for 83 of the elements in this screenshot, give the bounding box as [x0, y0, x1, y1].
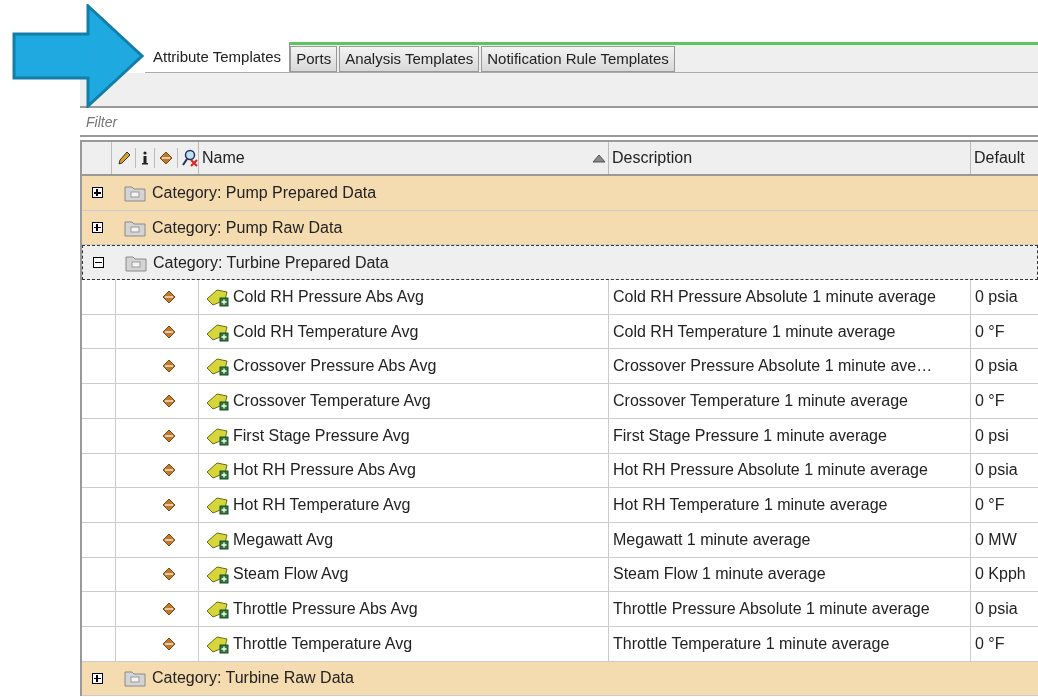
- tag-icon: [205, 495, 231, 516]
- description-cell-text: Hot RH Pressure Absolute 1 minute average: [613, 460, 928, 481]
- diamond-icon: [162, 393, 176, 408]
- category-label: Category: Pump Prepared Data: [152, 182, 377, 203]
- diamond-icon: [162, 324, 176, 339]
- tag-icon: [205, 460, 231, 481]
- attribute-name: Cold RH Pressure Abs Avg: [233, 286, 424, 307]
- attribute-name: Megawatt Avg: [233, 529, 334, 550]
- tab[interactable]: Analysis Templates: [339, 46, 480, 72]
- diamond-icon: [162, 463, 176, 478]
- diamond-icon: [162, 532, 176, 547]
- tag-icon: [205, 286, 231, 307]
- attribute-name: Throttle Pressure Abs Avg: [233, 599, 418, 620]
- tag-icon: [205, 633, 231, 654]
- folder-icon: [124, 669, 146, 688]
- diamond-icon: [162, 636, 176, 651]
- category-row[interactable]: Category: Turbine Raw Data: [82, 661, 1038, 697]
- default-value-cell-text: 0 psia: [975, 356, 1018, 377]
- category-label: Category: Pump Raw Data: [152, 217, 343, 238]
- attribute-name: Crossover Temperature Avg: [233, 390, 431, 411]
- category-label: Category: Turbine Prepared Data: [153, 252, 389, 273]
- description-cell-text: Hot RH Temperature 1 minute average: [613, 495, 888, 516]
- tab[interactable]: Ports: [290, 46, 338, 72]
- diamond-icon: [162, 602, 176, 617]
- search-icon[interactable]: [182, 149, 198, 167]
- category-row[interactable]: Category: Turbine Prepared Data: [82, 245, 1038, 281]
- default-value-cell-text: 0 psi: [975, 425, 1009, 446]
- description-cell-text: Throttle Pressure Absolute 1 minute average: [613, 599, 930, 620]
- column-header[interactable]: Description: [612, 146, 970, 170]
- tag-icon: [205, 321, 231, 342]
- default-value-cell-text: 0 °F: [975, 321, 1005, 342]
- tab[interactable]: Notification Rule Templates: [481, 46, 675, 72]
- default-value-cell-text: 0 °F: [975, 390, 1005, 411]
- pencil-icon[interactable]: [117, 150, 131, 166]
- attribute-name: Cold RH Temperature Avg: [233, 321, 419, 342]
- category-label: Category: Turbine Raw Data: [152, 668, 354, 689]
- column-header[interactable]: Default: [974, 146, 1038, 170]
- category-row[interactable]: Category: Pump Raw Data: [82, 210, 1038, 246]
- default-value-cell-text: 0 psia: [975, 460, 1018, 481]
- collapse-icon[interactable]: [92, 257, 104, 269]
- tab[interactable]: Attribute Templates: [145, 42, 291, 72]
- description-cell-text: Cold RH Temperature 1 minute average: [613, 321, 896, 342]
- description-cell-text: Megawatt 1 minute average: [613, 529, 811, 550]
- description-cell-text: First Stage Pressure 1 minute average: [613, 425, 887, 446]
- tag-icon: [205, 390, 231, 411]
- expand-icon[interactable]: [91, 222, 103, 234]
- attribute-name: Hot RH Pressure Abs Avg: [233, 460, 416, 481]
- tag-icon: [205, 529, 231, 550]
- info-icon[interactable]: [140, 150, 150, 166]
- description-cell-text: Throttle Temperature 1 minute average: [613, 633, 890, 654]
- description-cell-text: Crossover Temperature 1 minute average: [613, 390, 908, 411]
- attribute-name: Steam Flow Avg: [233, 564, 349, 585]
- attribute-name: Throttle Temperature Avg: [233, 633, 413, 654]
- description-cell-text: Crossover Pressure Absolute 1 minute ave…: [613, 356, 933, 377]
- description-cell-text: Steam Flow 1 minute average: [613, 564, 826, 585]
- default-value-cell-text: 0 °F: [975, 495, 1005, 516]
- tag-icon: [205, 356, 231, 377]
- diamond-icon: [162, 289, 176, 304]
- folder-icon: [124, 218, 146, 237]
- arrow-icon: [12, 4, 144, 108]
- folder-icon: [125, 253, 147, 272]
- attribute-name: Hot RH Temperature Avg: [233, 495, 411, 516]
- folder-icon: [124, 183, 146, 202]
- default-value-cell-text: 0 psia: [975, 599, 1018, 620]
- expand-icon[interactable]: [91, 672, 103, 684]
- default-value-cell-text: 0 psia: [975, 286, 1018, 307]
- expand-icon[interactable]: [91, 187, 103, 199]
- category-row[interactable]: Category: Pump Prepared Data: [82, 176, 1038, 211]
- attribute-name: First Stage Pressure Avg: [233, 425, 410, 446]
- column-header[interactable]: Name: [202, 146, 592, 170]
- description-cell-text: Cold RH Pressure Absolute 1 minute average: [613, 286, 936, 307]
- diamond-icon: [162, 428, 176, 443]
- tag-icon: [205, 425, 231, 446]
- diamond-icon: [159, 151, 173, 165]
- tag-icon: [205, 599, 231, 620]
- tag-icon: [205, 564, 231, 585]
- default-value-cell-text: 0 Kpph: [975, 564, 1026, 585]
- default-value-cell-text: 0 MW: [975, 529, 1017, 550]
- diamond-icon: [162, 359, 176, 374]
- attribute-name: Crossover Pressure Abs Avg: [233, 356, 437, 377]
- default-value-cell-text: 0 °F: [975, 633, 1005, 654]
- diamond-icon: [162, 498, 176, 513]
- diamond-icon: [162, 567, 176, 582]
